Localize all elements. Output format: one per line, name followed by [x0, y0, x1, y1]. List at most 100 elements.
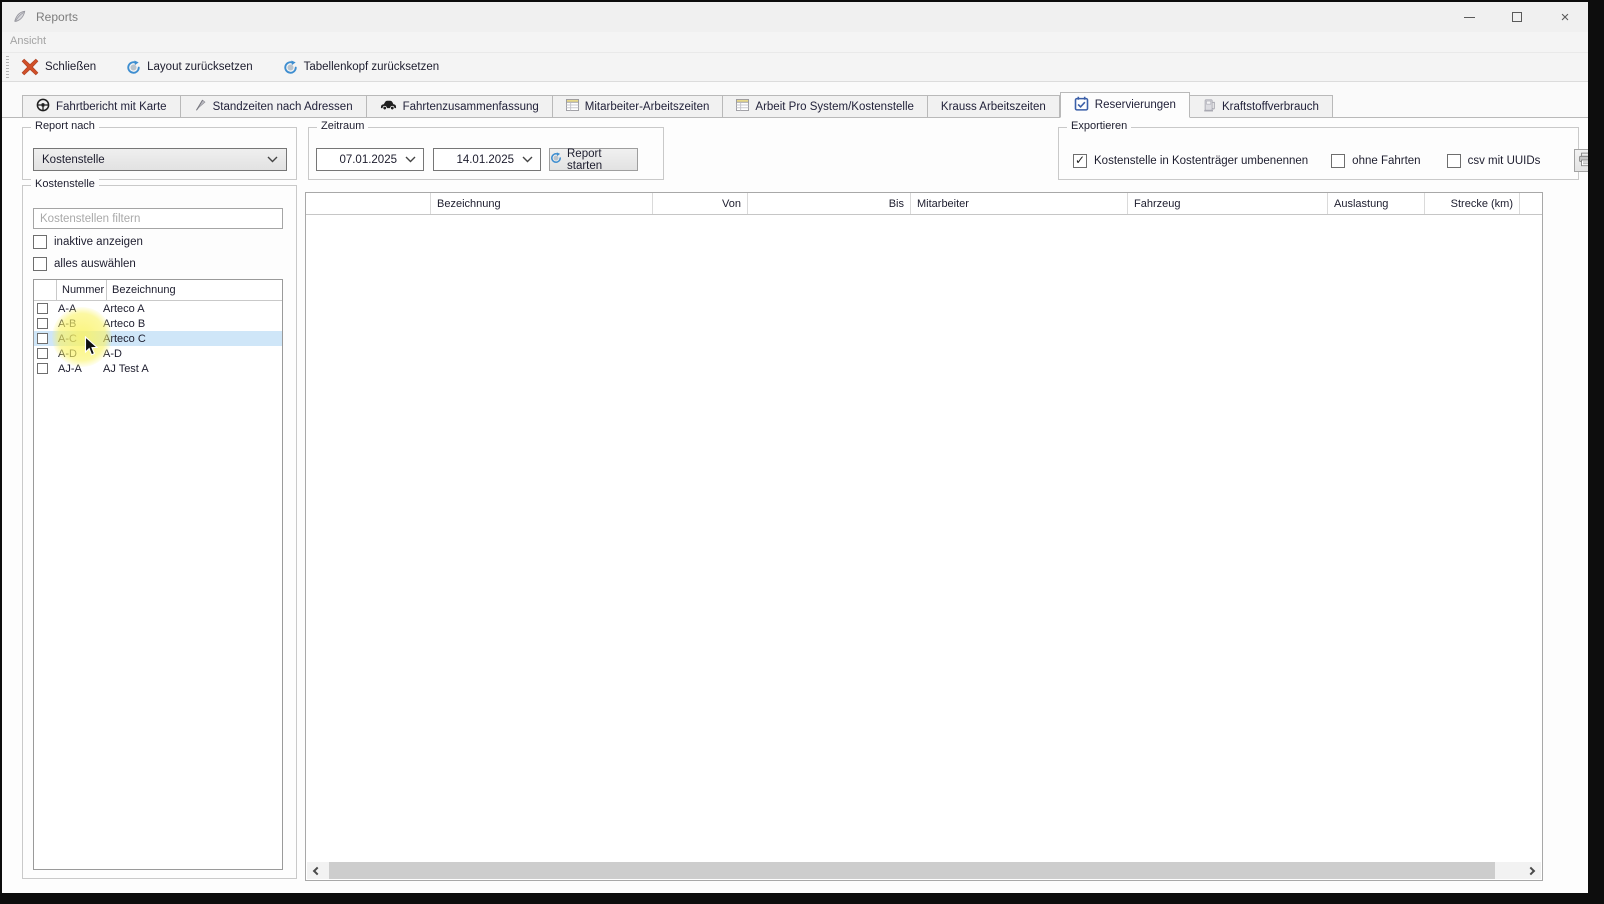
cell-bezeichnung: AJ Test A — [98, 363, 282, 375]
cell-nummer: A-A — [48, 303, 98, 315]
list-header: Nummer Bezeichnung — [34, 280, 282, 301]
report-nach-group: Report nach Kostenstelle — [22, 127, 297, 180]
kostenstellen-filter-input[interactable] — [33, 208, 283, 229]
horizontal-scrollbar[interactable] — [307, 862, 1541, 879]
tab-label: Standzeiten nach Adressen — [213, 101, 353, 113]
tab-reservierungen[interactable]: Reservierungen — [1060, 92, 1190, 118]
exportieren-label: Exportieren — [1067, 120, 1131, 132]
grid-column-strecke[interactable]: Strecke (km) — [1425, 193, 1520, 214]
tabellenkopf-reset-button[interactable]: Tabellenkopf zurücksetzen — [277, 57, 450, 78]
zeitraum-label: Zeitraum — [317, 120, 368, 132]
grid-column-indicator[interactable] — [306, 193, 431, 214]
chevron-down-icon — [405, 156, 416, 163]
schliessen-button[interactable]: Schließen — [15, 55, 106, 79]
checkbox-label: csv mit UUIDs — [1468, 155, 1541, 167]
tab-fahrtenzusammenfassung[interactable]: Fahrtenzusammenfassung — [367, 95, 553, 118]
report-starten-button[interactable]: Report starten — [549, 148, 638, 171]
exportieren-group: Exportieren Kostenstelle in Kostenträger… — [1058, 127, 1579, 180]
zeitraum-group: Zeitraum 07.01.2025 14.01.2025 Report st… — [308, 127, 664, 180]
tab-panel-reservierungen: Report nach Kostenstelle Zeitraum 07.01.… — [2, 118, 1588, 893]
grid-header: Bezeichnung Von Bis Mitarbeiter Fahrzeug… — [306, 193, 1542, 215]
cell-bezeichnung: Arteco C — [98, 333, 282, 345]
timesheet-icon — [736, 99, 749, 114]
fuel-pump-icon — [1203, 98, 1216, 115]
checkbox-csv-mit-uuids[interactable] — [1447, 154, 1461, 168]
checkbox-label: ohne Fahrten — [1352, 155, 1420, 167]
report-nach-dropdown[interactable]: Kostenstelle — [33, 148, 287, 171]
list-item[interactable]: AJ-A AJ Test A — [34, 361, 282, 376]
scroll-left-icon[interactable] — [307, 862, 325, 879]
print-icon — [1578, 152, 1588, 170]
calendar-check-icon — [1074, 96, 1089, 114]
cell-bezeichnung: A-D — [98, 348, 282, 360]
checkbox-kostentraeger-umbenennen[interactable] — [1073, 154, 1087, 168]
tab-label: Reservierungen — [1095, 99, 1176, 111]
cell-nummer: AJ-A — [48, 363, 98, 375]
print-button[interactable] — [1574, 149, 1588, 172]
flag-icon — [194, 98, 207, 115]
grid-column-mitarbeiter[interactable]: Mitarbeiter — [911, 193, 1128, 214]
blue-refresh-icon — [126, 60, 141, 75]
tab-label: Fahrtenzusammenfassung — [403, 101, 539, 113]
minimize-icon[interactable] — [1460, 8, 1478, 26]
grid-column-bezeichnung[interactable]: Bezeichnung — [431, 193, 653, 214]
cell-nummer: A-D — [48, 348, 98, 360]
grid-column-von[interactable]: Von — [653, 193, 748, 214]
checkbox-alles-auswaehlen[interactable] — [33, 257, 47, 271]
scrollbar-thumb[interactable] — [329, 862, 1495, 879]
tab-label: Arbeit Pro System/Kostenstelle — [755, 101, 914, 113]
tab-kraftstoffverbrauch[interactable]: Kraftstoffverbrauch — [1190, 95, 1333, 118]
tab-arbeit-pro-system-kostenstelle[interactable]: Arbeit Pro System/Kostenstelle — [723, 95, 928, 118]
report-starten-label: Report starten — [567, 148, 637, 172]
list-item[interactable]: A-B Arteco B — [34, 316, 282, 331]
column-header-bezeichnung[interactable]: Bezeichnung — [107, 284, 282, 296]
checkbox-ohne-fahrten[interactable] — [1331, 154, 1345, 168]
layout-reset-button[interactable]: Layout zurücksetzen — [120, 57, 262, 78]
menu-ansicht[interactable]: Ansicht — [10, 35, 46, 47]
window-title: Reports — [36, 10, 78, 24]
row-checkbox[interactable] — [37, 333, 48, 344]
date-from-picker[interactable]: 07.01.2025 — [316, 148, 424, 171]
checkbox-label: Kostenstelle in Kostenträger umbenennen — [1094, 155, 1308, 167]
row-checkbox[interactable] — [37, 348, 48, 359]
car-icon — [380, 99, 397, 114]
checkbox-label: inaktive anzeigen — [54, 236, 143, 248]
report-nach-label: Report nach — [31, 120, 99, 132]
cell-bezeichnung: Arteco A — [98, 303, 282, 315]
list-item[interactable]: A-D A-D — [34, 346, 282, 361]
checkbox-label: alles auswählen — [54, 258, 136, 270]
grid-column-fahrzeug[interactable]: Fahrzeug — [1128, 193, 1328, 214]
red-x-icon — [21, 58, 39, 76]
menu-bar: Ansicht — [2, 32, 1588, 52]
tab-strip: Fahrtbericht mit Karte Standzeiten nach … — [22, 94, 1333, 118]
scroll-right-icon[interactable] — [1523, 862, 1541, 879]
reports-window: Reports × Ansicht Schließen Layout zurüc… — [2, 2, 1588, 893]
grid-column-bis[interactable]: Bis — [748, 193, 911, 214]
grid-column-auslastung[interactable]: Auslastung — [1328, 193, 1425, 214]
cell-nummer: A-C — [48, 333, 98, 345]
toolbar: Schließen Layout zurücksetzen Tabellenko… — [2, 52, 1588, 82]
app-icon — [12, 9, 27, 29]
row-checkbox[interactable] — [37, 363, 48, 374]
tabellenkopf-reset-label: Tabellenkopf zurücksetzen — [304, 61, 440, 73]
row-checkbox[interactable] — [37, 303, 48, 314]
cell-bezeichnung: Arteco B — [98, 318, 282, 330]
chevron-down-icon — [267, 156, 278, 163]
column-header-nummer[interactable]: Nummer — [57, 280, 107, 300]
tab-standzeiten-nach-adressen[interactable]: Standzeiten nach Adressen — [181, 95, 367, 118]
blue-refresh-icon — [550, 152, 562, 167]
close-icon[interactable]: × — [1556, 8, 1574, 26]
tab-krauss-arbeitszeiten[interactable]: Krauss Arbeitszeiten — [928, 95, 1060, 118]
report-nach-selected-value: Kostenstelle — [42, 154, 105, 166]
toolbar-grip[interactable] — [6, 56, 9, 78]
maximize-icon[interactable] — [1508, 8, 1526, 26]
tab-label: Krauss Arbeitszeiten — [941, 101, 1046, 113]
checkbox-inaktive-anzeigen[interactable] — [33, 235, 47, 249]
list-item-highlighted[interactable]: A-C Arteco C — [34, 331, 282, 346]
tab-mitarbeiter-arbeitszeiten[interactable]: Mitarbeiter-Arbeitszeiten — [553, 95, 724, 118]
row-checkbox[interactable] — [37, 318, 48, 329]
date-to-picker[interactable]: 14.01.2025 — [433, 148, 541, 171]
tab-fahrtbericht-mit-karte[interactable]: Fahrtbericht mit Karte — [22, 95, 181, 118]
date-from-value: 07.01.2025 — [339, 154, 397, 166]
list-item[interactable]: A-A Arteco A — [34, 301, 282, 316]
